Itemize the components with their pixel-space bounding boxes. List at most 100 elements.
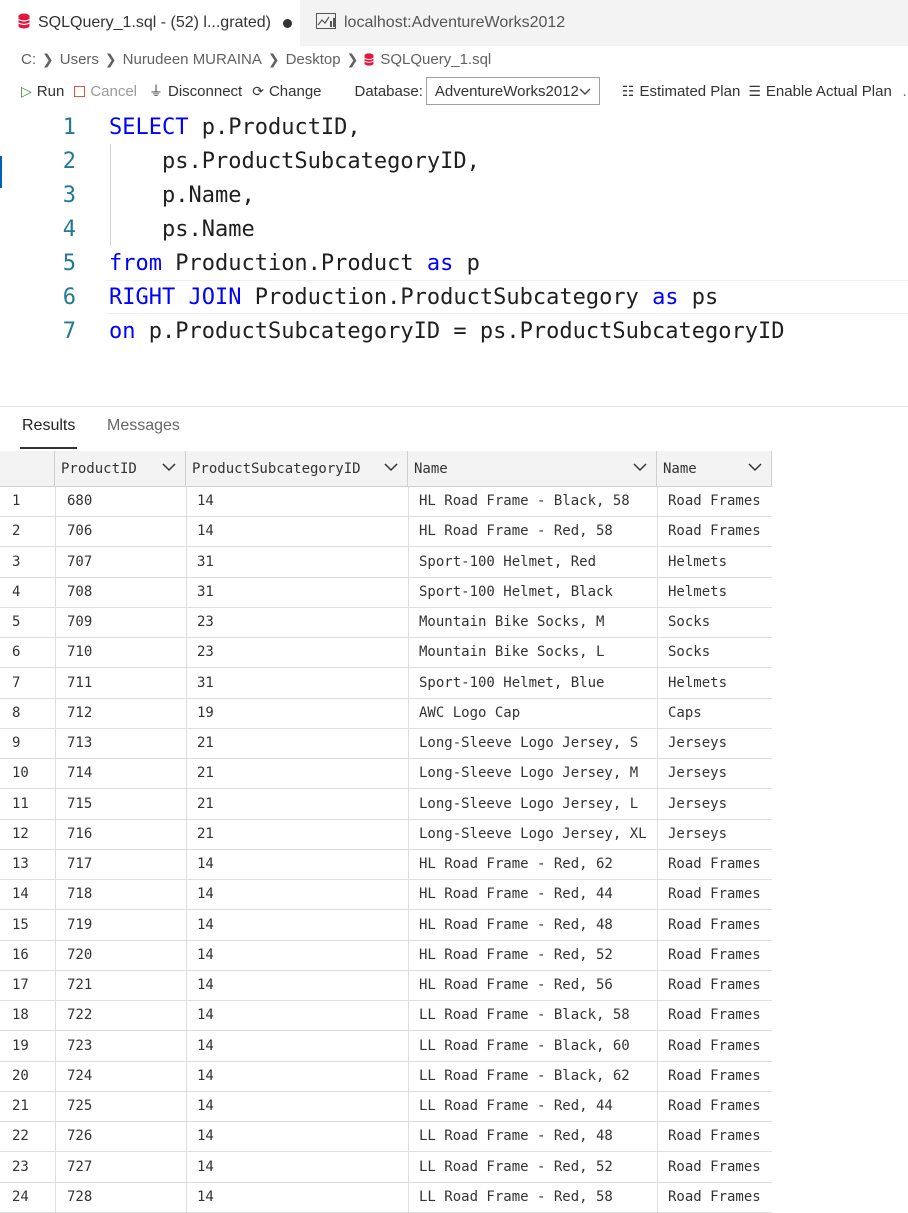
product-name-cell[interactable]: LL Road Frame - Red, 52 <box>419 1152 613 1182</box>
product-name-cell[interactable]: LL Road Frame - Red, 48 <box>419 1121 613 1151</box>
productsubcategoryid-cell[interactable]: 21 <box>197 819 214 849</box>
productsubcategoryid-cell[interactable]: 14 <box>197 1091 214 1121</box>
productsubcategoryid-cell[interactable]: 23 <box>197 637 214 667</box>
productid-cell[interactable]: 711 <box>67 668 92 698</box>
query-editor[interactable]: 1 SELECT p.ProductID, 2 ps.ProductSubcateg… <box>0 110 908 406</box>
productsubcategoryid-cell[interactable]: 14 <box>197 486 214 516</box>
productsubcategoryid-cell[interactable]: 14 <box>197 849 214 879</box>
table-row[interactable]: 23 727 14 LL Road Frame - Red, 52 Road Frame… <box>0 1151 772 1183</box>
product-name-cell[interactable]: HL Road Frame - Red, 44 <box>419 879 613 909</box>
table-row[interactable]: 3 707 31 Sport-100 Helmet, Red Helmets <box>0 546 772 578</box>
productsubcategoryid-cell[interactable]: 14 <box>197 910 214 940</box>
productid-cell[interactable]: 713 <box>67 728 92 758</box>
more-actions-icon[interactable]: … <box>902 83 908 100</box>
productid-cell[interactable]: 724 <box>67 1061 92 1091</box>
product-name-cell[interactable]: LL Road Frame - Black, 62 <box>419 1061 630 1091</box>
product-name-cell[interactable]: Sport-100 Helmet, Blue <box>419 668 604 698</box>
productid-cell[interactable]: 714 <box>67 758 92 788</box>
subcategory-name-cell[interactable]: Road Frames <box>668 486 761 516</box>
table-row[interactable]: 11 715 21 Long-Sleeve Logo Jersey, L Jerseys <box>0 788 772 820</box>
table-row[interactable]: 19 723 14 LL Road Frame - Black, 60 Road Fra… <box>0 1030 772 1062</box>
table-row[interactable]: 24 728 14 LL Road Frame - Red, 58 Road Frame… <box>0 1181 772 1213</box>
productsubcategoryid-cell[interactable]: 14 <box>197 1152 214 1182</box>
subcategory-name-cell[interactable]: Road Frames <box>668 940 761 970</box>
product-name-cell[interactable]: LL Road Frame - Red, 44 <box>419 1091 613 1121</box>
subcategory-name-cell[interactable]: Socks <box>668 607 710 637</box>
table-row[interactable]: 4 708 31 Sport-100 Helmet, Black Helmets <box>0 576 772 608</box>
product-name-cell[interactable]: HL Road Frame - Red, 52 <box>419 940 613 970</box>
productsubcategoryid-cell[interactable]: 23 <box>197 607 214 637</box>
table-row[interactable]: 20 724 14 LL Road Frame - Black, 62 Road Fra… <box>0 1060 772 1092</box>
product-name-cell[interactable]: Long-Sleeve Logo Jersey, M <box>419 758 638 788</box>
table-row[interactable]: 15 719 14 HL Road Frame - Red, 48 Road Frame… <box>0 909 772 941</box>
run-button[interactable]: ▷ Run <box>21 83 64 100</box>
column-header-productsubcategoryid[interactable]: ProductSubcategoryID <box>186 451 408 486</box>
chevron-down-icon[interactable] <box>384 460 398 476</box>
product-name-cell[interactable]: Sport-100 Helmet, Black <box>419 577 613 607</box>
product-name-cell[interactable]: Sport-100 Helmet, Red <box>419 547 596 577</box>
subcategory-name-cell[interactable]: Road Frames <box>668 1061 761 1091</box>
productsubcategoryid-cell[interactable]: 14 <box>197 1031 214 1061</box>
table-row[interactable]: 12 716 21 Long-Sleeve Logo Jersey, XL Jersey… <box>0 818 772 850</box>
productid-cell[interactable]: 725 <box>67 1091 92 1121</box>
product-name-cell[interactable]: Long-Sleeve Logo Jersey, XL <box>419 819 647 849</box>
column-header-name[interactable]: Name <box>657 451 772 486</box>
table-row[interactable]: 17 721 14 HL Road Frame - Red, 56 Road Frame… <box>0 970 772 1001</box>
subcategory-name-cell[interactable]: Road Frames <box>668 1121 761 1151</box>
productid-cell[interactable]: 707 <box>67 547 92 577</box>
product-name-cell[interactable]: AWC Logo Cap <box>419 698 520 728</box>
table-row[interactable]: 6 710 23 Mountain Bike Socks, L Socks <box>0 637 772 669</box>
product-name-cell[interactable]: Long-Sleeve Logo Jersey, S <box>419 728 638 758</box>
subcategory-name-cell[interactable]: Socks <box>668 637 710 667</box>
subcategory-name-cell[interactable]: Road Frames <box>668 516 761 546</box>
breadcrumb-item[interactable]: Users <box>60 51 99 68</box>
breadcrumb-item[interactable]: C: <box>21 51 36 68</box>
cancel-button[interactable]: Cancel <box>74 83 137 100</box>
table-row[interactable]: 8 712 19 AWC Logo Cap Caps <box>0 697 772 729</box>
productsubcategoryid-cell[interactable]: 19 <box>197 698 214 728</box>
product-name-cell[interactable]: LL Road Frame - Black, 58 <box>419 1000 630 1030</box>
subcategory-name-cell[interactable]: Road Frames <box>668 910 761 940</box>
productid-cell[interactable]: 716 <box>67 819 92 849</box>
subcategory-name-cell[interactable]: Road Frames <box>668 1091 761 1121</box>
table-row[interactable]: 7 711 31 Sport-100 Helmet, Blue Helmets <box>0 667 772 699</box>
tab-messages[interactable]: Messages <box>107 417 180 435</box>
product-name-cell[interactable]: HL Road Frame - Red, 48 <box>419 910 613 940</box>
product-name-cell[interactable]: HL Road Frame - Red, 58 <box>419 516 613 546</box>
tab-dashboard[interactable]: localhost:AdventureWorks2012 <box>300 0 576 46</box>
productsubcategoryid-cell[interactable]: 21 <box>197 758 214 788</box>
product-name-cell[interactable]: Mountain Bike Socks, M <box>419 607 604 637</box>
productid-cell[interactable]: 680 <box>67 486 92 516</box>
product-name-cell[interactable]: LL Road Frame - Black, 60 <box>419 1031 630 1061</box>
productid-cell[interactable]: 710 <box>67 637 92 667</box>
estimated-plan-button[interactable]: ☷ Estimated Plan <box>622 83 740 100</box>
subcategory-name-cell[interactable]: Jerseys <box>668 758 727 788</box>
productid-cell[interactable]: 727 <box>67 1152 92 1182</box>
productsubcategoryid-cell[interactable]: 14 <box>197 1121 214 1151</box>
change-connection-button[interactable]: ⟳ Change <box>252 83 321 100</box>
tab-sqlquery[interactable]: SQLQuery_1.sql - (52) l...grated) <box>0 0 300 46</box>
productsubcategoryid-cell[interactable]: 14 <box>197 1000 214 1030</box>
column-header-productid[interactable]: ProductID <box>55 451 186 486</box>
productsubcategoryid-cell[interactable]: 14 <box>197 1061 214 1091</box>
subcategory-name-cell[interactable]: Jerseys <box>668 789 727 819</box>
productsubcategoryid-cell[interactable]: 31 <box>197 668 214 698</box>
productsubcategoryid-cell[interactable]: 31 <box>197 547 214 577</box>
product-name-cell[interactable]: LL Road Frame - Red, 58 <box>419 1182 613 1212</box>
product-name-cell[interactable]: HL Road Frame - Black, 58 <box>419 486 630 516</box>
chevron-down-icon[interactable] <box>748 460 762 476</box>
productid-cell[interactable]: 723 <box>67 1031 92 1061</box>
productid-cell[interactable]: 708 <box>67 577 92 607</box>
subcategory-name-cell[interactable]: Caps <box>668 698 702 728</box>
product-name-cell[interactable]: Long-Sleeve Logo Jersey, L <box>419 789 638 819</box>
productid-cell[interactable]: 715 <box>67 789 92 819</box>
productsubcategoryid-cell[interactable]: 14 <box>197 516 214 546</box>
subcategory-name-cell[interactable]: Road Frames <box>668 1000 761 1030</box>
productid-cell[interactable]: 706 <box>67 516 92 546</box>
productid-cell[interactable]: 712 <box>67 698 92 728</box>
productid-cell[interactable]: 722 <box>67 1000 92 1030</box>
productsubcategoryid-cell[interactable]: 21 <box>197 789 214 819</box>
productid-cell[interactable]: 721 <box>67 970 92 1000</box>
productid-cell[interactable]: 728 <box>67 1182 92 1212</box>
productid-cell[interactable]: 718 <box>67 879 92 909</box>
